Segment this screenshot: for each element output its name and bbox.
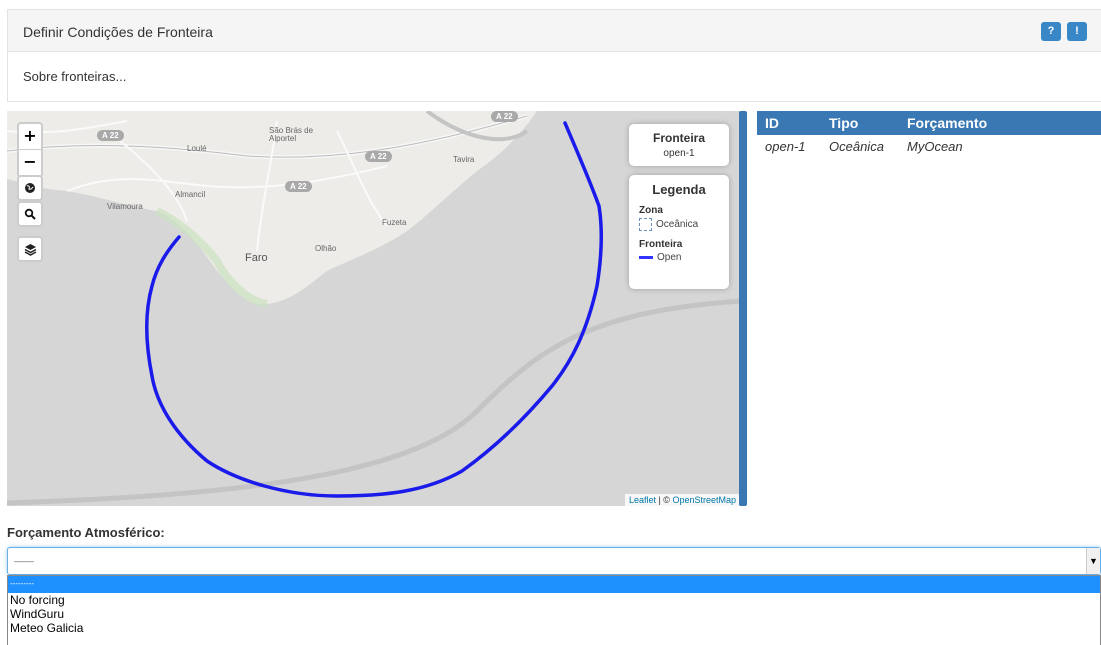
road-shield: A 22 bbox=[97, 130, 124, 141]
boundary-info-title: Fronteira bbox=[652, 131, 705, 145]
table-row[interactable]: open-1 Oceânica MyOcean bbox=[757, 135, 1101, 159]
locate-button[interactable] bbox=[17, 175, 43, 201]
place-label: Vilamoura bbox=[107, 202, 143, 211]
legend-zone-header: Zona bbox=[639, 205, 663, 216]
cell-type: Oceânica bbox=[829, 139, 884, 154]
atmospheric-forcing-label: Forçamento Atmosférico: bbox=[7, 525, 165, 540]
road-shield: A 22 bbox=[365, 151, 392, 162]
table-header: ID Tipo Forçamento bbox=[757, 111, 1101, 135]
place-label: São Brás de Alportel bbox=[269, 126, 314, 143]
legend-boundary-item: Open bbox=[657, 252, 682, 263]
info-icon: ! bbox=[1075, 25, 1079, 37]
zoom-in-button[interactable]: + bbox=[19, 124, 41, 150]
osm-link[interactable]: OpenStreetMap bbox=[672, 495, 736, 505]
panel-title: Definir Condições de Fronteira bbox=[23, 24, 213, 40]
legend-boundary-header: Fronteira bbox=[639, 239, 683, 250]
boundary-info-value: open-1 bbox=[663, 148, 695, 159]
col-header-forcing: Forçamento bbox=[907, 115, 988, 131]
boundary-panel: Definir Condições de Fronteira ? ! Sobre… bbox=[7, 9, 1101, 102]
map-tiles bbox=[7, 111, 742, 506]
place-label: Faro bbox=[245, 252, 268, 264]
road-shield: A 22 bbox=[285, 181, 312, 192]
map-resize-bar[interactable] bbox=[739, 111, 747, 506]
legend-title: Legenda bbox=[652, 182, 706, 197]
place-label: Almancil bbox=[175, 190, 206, 199]
map-view[interactable]: A 22 A 22 A 22 A 22 São Brás de Alportel… bbox=[7, 111, 742, 506]
option-meteo-galicia[interactable]: Meteo Galicia bbox=[8, 621, 1100, 635]
info-button[interactable]: ! bbox=[1067, 22, 1087, 41]
select-value: --------- bbox=[14, 557, 34, 566]
legend-box: Legenda Zona Oceânica Fronteira Open bbox=[629, 175, 729, 289]
zone-swatch-icon bbox=[639, 218, 652, 231]
cell-forcing: MyOcean bbox=[907, 139, 963, 154]
col-header-type: Tipo bbox=[829, 115, 859, 131]
help-button[interactable]: ? bbox=[1041, 22, 1061, 41]
layers-icon bbox=[24, 244, 36, 256]
place-label: Loulé bbox=[187, 144, 207, 153]
cell-id: open-1 bbox=[765, 139, 806, 154]
legend-zone-item: Oceânica bbox=[656, 219, 699, 230]
atmospheric-forcing-select[interactable]: --------- ▼ bbox=[7, 547, 1101, 575]
map-attribution: Leaflet | © OpenStreetMap bbox=[624, 494, 740, 506]
zoom-out-button[interactable]: − bbox=[19, 150, 41, 176]
attribution-separator: | © bbox=[655, 495, 673, 505]
zoom-control: + − bbox=[17, 122, 43, 178]
forcing-options-list: --------- No forcing WindGuru Meteo Gali… bbox=[7, 575, 1101, 645]
option-none[interactable]: --------- bbox=[8, 576, 1100, 593]
search-icon bbox=[24, 208, 36, 220]
line-swatch-icon bbox=[639, 256, 653, 259]
leaflet-link[interactable]: Leaflet bbox=[629, 495, 656, 505]
option-no-forcing[interactable]: No forcing bbox=[8, 593, 1100, 607]
col-header-id: ID bbox=[765, 115, 779, 131]
place-label: Olhão bbox=[315, 244, 337, 253]
road-shield: A 22 bbox=[491, 111, 518, 122]
chevron-down-icon[interactable]: ▼ bbox=[1086, 548, 1100, 574]
layers-button[interactable] bbox=[17, 236, 43, 262]
place-label: Fuzeta bbox=[382, 218, 407, 227]
search-button[interactable] bbox=[17, 201, 43, 227]
panel-heading: Definir Condições de Fronteira ? ! bbox=[8, 10, 1101, 52]
boundary-info-box: Fronteira open-1 bbox=[629, 124, 729, 166]
question-icon: ? bbox=[1047, 25, 1055, 37]
option-windguru[interactable]: WindGuru bbox=[8, 607, 1100, 621]
about-boundaries-text: Sobre fronteiras... bbox=[23, 69, 127, 84]
place-label: Tavira bbox=[453, 155, 475, 164]
globe-icon bbox=[25, 183, 35, 193]
boundary-table: ID Tipo Forçamento open-1 Oceânica MyOce… bbox=[757, 111, 1101, 159]
